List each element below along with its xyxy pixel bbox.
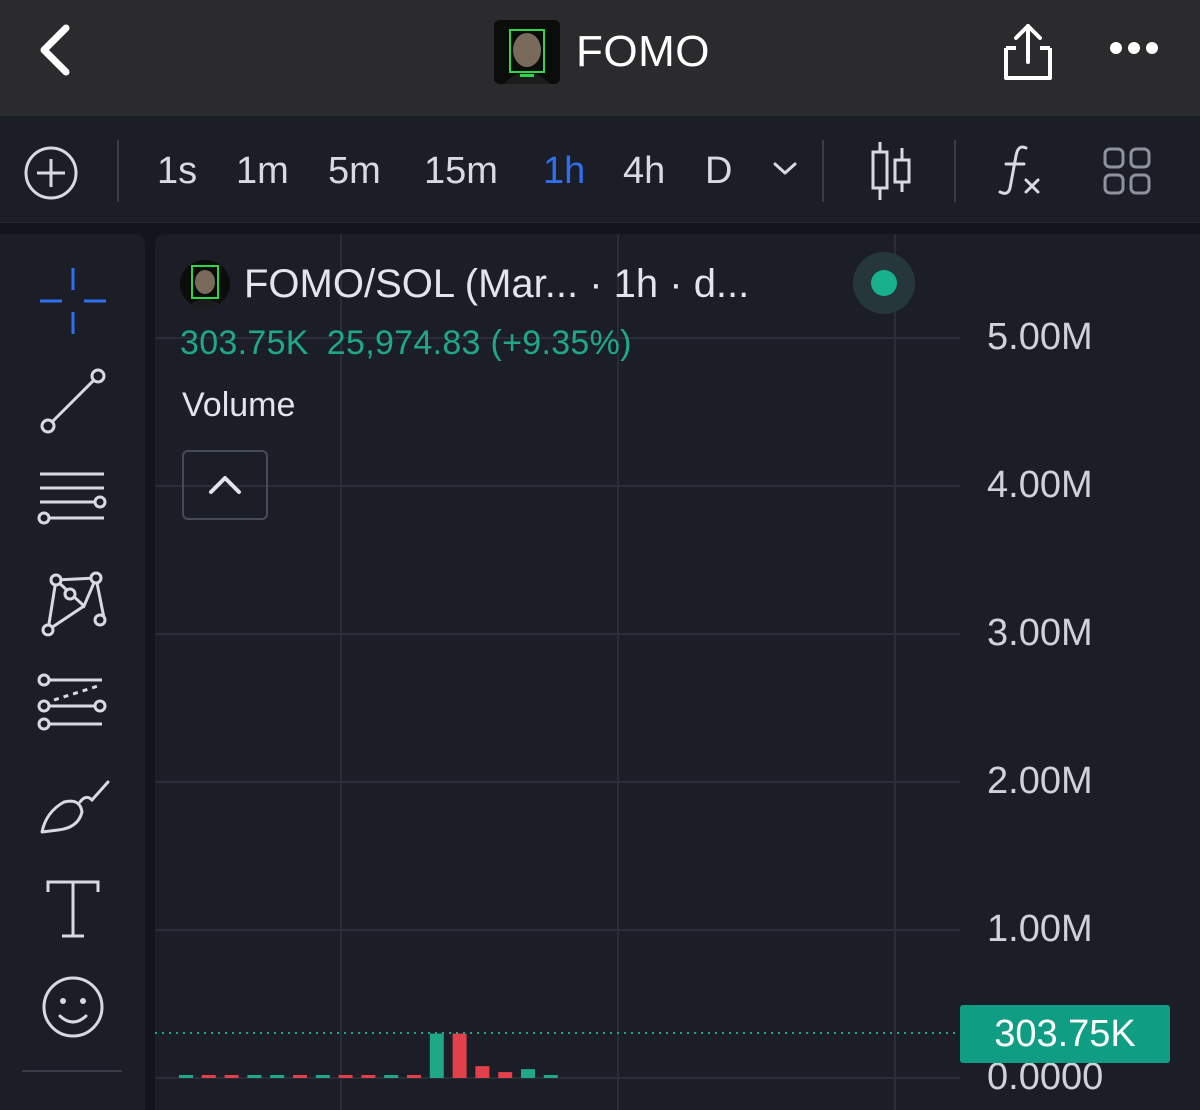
pattern-icon[interactable] <box>36 566 110 640</box>
symbol-title[interactable]: FOMO/SOL (Mar... · 1h · d... <box>244 262 749 307</box>
more-icon <box>1110 42 1158 54</box>
more-button[interactable] <box>1108 38 1160 58</box>
nav-title-group: FOMO <box>494 20 710 84</box>
volume-bar <box>475 1066 490 1078</box>
volume-bar <box>247 1075 262 1078</box>
horizontal-lines-icon[interactable] <box>36 466 110 540</box>
chart-pane[interactable]: FOMO/SOL (Mar... · 1h · d... 303.75K 25,9… <box>155 234 1200 1110</box>
toolbar-divider <box>117 140 119 202</box>
interval-d[interactable]: D <box>705 146 732 196</box>
volume-bar <box>270 1075 285 1078</box>
live-status-indicator <box>853 252 915 314</box>
add-circle-icon <box>24 146 78 200</box>
volume-bar <box>384 1075 399 1078</box>
last-volume-value: 303.75K <box>180 324 309 362</box>
y-axis-label: 3.00M <box>987 612 1093 654</box>
toolbar-divider <box>954 140 956 202</box>
volume-bar <box>201 1075 216 1078</box>
page-title: FOMO <box>576 27 710 76</box>
volume-bar <box>498 1072 513 1078</box>
drawing-tools-sidebar <box>0 234 145 1110</box>
top-nav-bar: FOMO <box>0 0 1200 116</box>
share-icon <box>1004 24 1052 80</box>
share-button[interactable] <box>1000 18 1056 84</box>
chart-legend: FOMO/SOL (Mar... · 1h · d... <box>180 260 749 308</box>
interval-4h[interactable]: 4h <box>623 146 665 196</box>
toolbar-divider <box>822 140 824 202</box>
emoji-icon[interactable] <box>36 970 110 1044</box>
volume-bar <box>293 1075 307 1078</box>
collapse-indicator-button[interactable] <box>182 450 268 520</box>
volume-bar <box>338 1075 353 1078</box>
back-button[interactable] <box>32 22 82 78</box>
volume-bar <box>407 1075 421 1078</box>
sidebar-divider <box>22 1070 122 1072</box>
trend-line-icon[interactable] <box>36 364 110 438</box>
volume-bar <box>315 1075 330 1078</box>
price-readout: 303.75K 25,974.83 (+9.35%) <box>180 324 650 363</box>
text-icon[interactable] <box>36 872 110 946</box>
interval-1s[interactable]: 1s <box>157 146 197 196</box>
add-indicator-button[interactable] <box>22 144 80 202</box>
volume-bar <box>521 1069 535 1078</box>
y-axis-label: 2.00M <box>987 760 1093 802</box>
last-value-tag: 303.75K <box>960 1005 1170 1063</box>
y-axis-label: 4.00M <box>987 464 1093 506</box>
y-axis-label: 5.00M <box>987 316 1093 358</box>
indicator-label: Volume <box>182 386 296 424</box>
function-icon[interactable] <box>996 142 1046 198</box>
volume-bar <box>429 1033 444 1078</box>
interval-dropdown-chevron-icon[interactable] <box>772 160 798 178</box>
back-chevron-icon <box>40 24 70 76</box>
interval-1m[interactable]: 1m <box>236 146 289 196</box>
interval-15m[interactable]: 15m <box>424 146 498 196</box>
candlestick-icon[interactable] <box>866 140 916 202</box>
volume-bar <box>543 1075 558 1078</box>
layout-grid-icon[interactable] <box>1102 146 1152 196</box>
volume-bar <box>452 1033 467 1078</box>
crosshair-icon[interactable] <box>36 264 110 338</box>
volume-bar <box>224 1075 239 1078</box>
brush-icon[interactable] <box>36 772 110 846</box>
token-avatar-small <box>180 260 230 308</box>
interval-5m[interactable]: 5m <box>328 146 381 196</box>
y-axis-label: 1.00M <box>987 908 1093 950</box>
chevron-up-icon <box>209 476 241 494</box>
token-avatar <box>494 20 560 84</box>
interval-1h[interactable]: 1h <box>543 146 585 196</box>
volume-bar <box>179 1075 193 1078</box>
volume-chart[interactable] <box>155 234 1200 1110</box>
volume-bar <box>361 1075 376 1078</box>
chart-toolbar: 1s 1m 5m 15m 1h 4h D <box>0 116 1200 223</box>
price-change: 25,974.83 (+9.35%) <box>326 324 632 362</box>
live-dot <box>871 270 897 296</box>
forecast-icon[interactable] <box>36 670 110 744</box>
